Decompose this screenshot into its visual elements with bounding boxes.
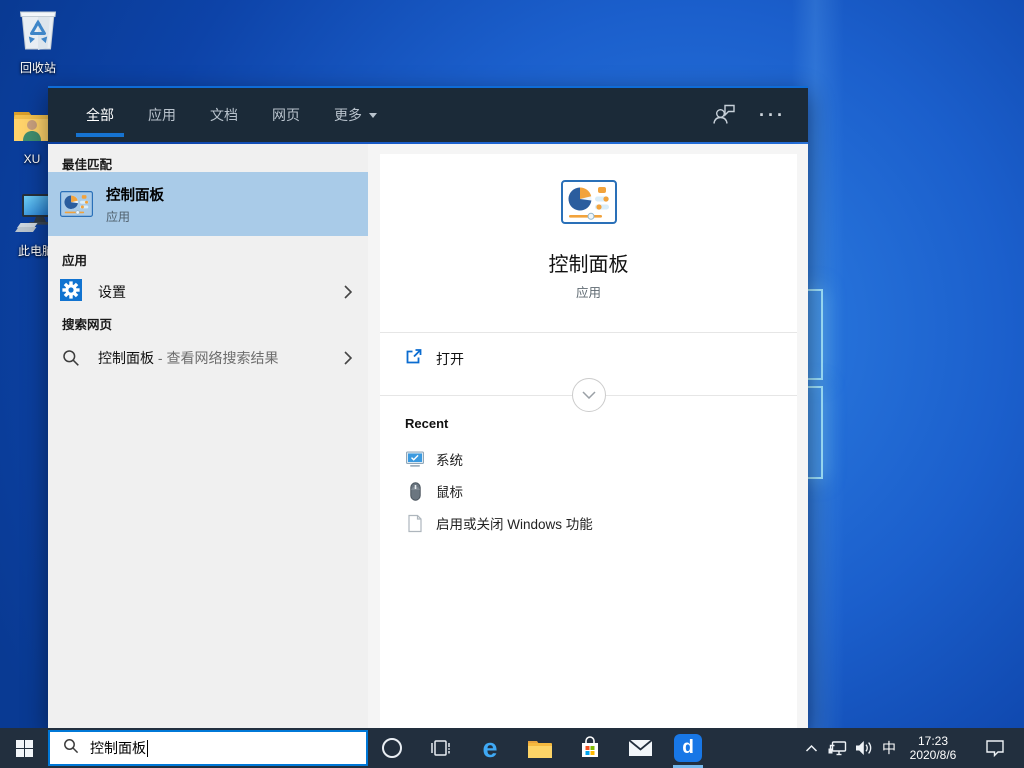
search-header: 全部 应用 文档 网页 更多: [48, 86, 808, 142]
search-flyout: 全部 应用 文档 网页 更多: [48, 86, 808, 728]
preview-pane: 控制面板 应用 打开: [368, 144, 808, 728]
result-settings[interactable]: 设置: [48, 272, 368, 312]
search-query-text: 控制面板: [90, 738, 146, 758]
search-icon: [63, 738, 79, 759]
recent-item-mouse[interactable]: 鼠标: [380, 476, 797, 506]
task-view-icon: [428, 738, 452, 758]
recent-item-label: 启用或关闭 Windows 功能: [436, 513, 593, 533]
desktop-icon-recycle-bin[interactable]: 回收站: [0, 7, 76, 76]
tray-date: 2020/8/6: [910, 748, 957, 762]
taskbar: 控制面板 e: [0, 728, 1024, 768]
preview-title: 控制面板: [380, 248, 797, 277]
open-label: 打开: [436, 349, 464, 369]
taskbar-file-explorer-button[interactable]: [520, 728, 560, 768]
tray-clock[interactable]: 17:23 2020/8/6: [902, 728, 964, 768]
microsoft-store-icon: [579, 736, 601, 760]
feedback-icon[interactable]: [711, 102, 737, 129]
best-match-subtitle: 应用: [106, 208, 164, 225]
action-center-button[interactable]: [980, 728, 1010, 768]
chevron-down-icon: [582, 391, 596, 399]
cortana-icon: [381, 737, 403, 759]
tray-network-button[interactable]: [824, 728, 850, 768]
windows-desktop: 回收站 XU: [0, 0, 1024, 768]
system-tray: 中 17:23 2020/8/6: [798, 728, 1024, 768]
options-ellipsis-icon[interactable]: ···: [759, 106, 786, 124]
chevron-down-icon: [369, 113, 377, 118]
tab-all[interactable]: 全部: [76, 88, 124, 142]
best-match-title: 控制面板: [106, 184, 164, 205]
tray-time: 17:23: [918, 734, 948, 748]
settings-gear-icon: [60, 279, 82, 306]
wallpaper-logo-pane-bottom: [806, 386, 823, 479]
action-center-icon: [985, 739, 1005, 757]
tray-ime-indicator[interactable]: 中: [876, 728, 902, 768]
result-label: 设置: [98, 282, 126, 302]
taskbar-mail-button[interactable]: [620, 728, 660, 768]
preview-card: 控制面板 应用 打开: [380, 154, 797, 728]
system-monitor-icon: [405, 450, 425, 468]
web-search-section-header: 搜索网页: [62, 314, 112, 333]
file-explorer-icon: [527, 738, 553, 759]
web-search-hint: - 查看网络搜索结果: [154, 350, 278, 366]
wallpaper-logo-pane-top: [806, 289, 823, 380]
control-panel-icon: [60, 191, 93, 217]
chevron-up-icon: [805, 744, 818, 752]
tab-more[interactable]: 更多: [324, 88, 387, 142]
document-icon: [405, 514, 425, 533]
network-ethernet-icon: [827, 740, 848, 757]
taskbar-store-button[interactable]: [570, 728, 610, 768]
recent-item-system[interactable]: 系统: [380, 444, 797, 474]
mail-icon: [628, 739, 653, 757]
results-list-pane: 最佳匹配 控制面板 应用 应用: [48, 144, 368, 728]
tab-apps[interactable]: 应用: [138, 88, 186, 142]
divider: [380, 332, 797, 333]
user-folder-icon: [11, 104, 53, 149]
preview-subtitle: 应用: [380, 282, 797, 301]
tab-web[interactable]: 网页: [262, 88, 310, 142]
control-panel-icon-large: [561, 180, 617, 224]
recent-item-windows-features[interactable]: 启用或关闭 Windows 功能: [380, 508, 797, 538]
tray-show-hidden-icons-button[interactable]: [798, 728, 824, 768]
start-button[interactable]: [0, 728, 48, 768]
open-action[interactable]: 打开: [380, 340, 797, 378]
chevron-right-icon: [344, 285, 352, 299]
edge-icon: e: [482, 735, 497, 762]
tray-volume-button[interactable]: [850, 728, 876, 768]
expand-details-button[interactable]: [572, 378, 606, 412]
driver-app-icon: d: [674, 734, 702, 762]
desktop-icon-label: 回收站: [20, 59, 56, 76]
recycle-bin-icon: [16, 7, 60, 56]
speaker-icon: [854, 740, 872, 756]
apps-section-header: 应用: [62, 250, 87, 269]
mouse-icon: [405, 482, 425, 501]
result-web-search[interactable]: 控制面板 - 查看网络搜索结果: [48, 338, 368, 378]
taskbar-edge-button[interactable]: e: [470, 728, 510, 768]
tab-documents[interactable]: 文档: [200, 88, 248, 142]
search-tabs: 全部 应用 文档 网页 更多: [76, 88, 401, 142]
open-external-icon: [404, 347, 423, 371]
search-icon: [60, 349, 82, 367]
windows-logo-icon: [16, 740, 33, 757]
recent-item-label: 系统: [436, 449, 463, 469]
recent-item-label: 鼠标: [436, 481, 463, 501]
taskbar-cortana-button[interactable]: [372, 728, 412, 768]
recent-header: Recent: [405, 416, 448, 431]
best-match-header: 最佳匹配: [62, 154, 112, 173]
search-results: 最佳匹配 控制面板 应用 应用: [48, 144, 808, 728]
text-cursor: [147, 740, 148, 757]
taskbar-task-view-button[interactable]: [420, 728, 460, 768]
best-match-result-control-panel[interactable]: 控制面板 应用: [48, 172, 368, 236]
result-label: 控制面板 - 查看网络搜索结果: [98, 348, 278, 368]
desktop-icon-label: XU: [24, 152, 41, 166]
taskbar-driver-app-button[interactable]: d: [668, 728, 708, 768]
taskbar-search-input[interactable]: 控制面板: [48, 730, 368, 766]
chevron-right-icon: [344, 351, 352, 365]
